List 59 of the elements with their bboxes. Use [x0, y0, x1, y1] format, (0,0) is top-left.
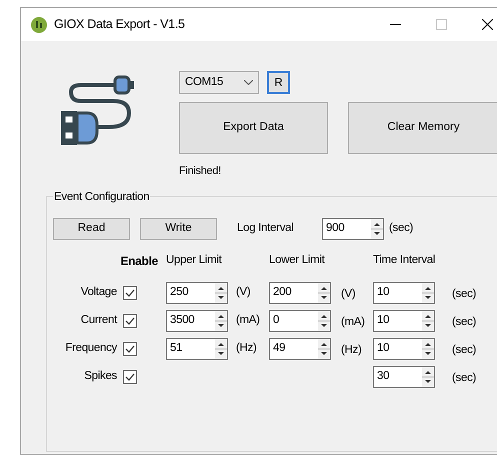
- spin-arrows-icon[interactable]: [422, 282, 434, 302]
- unit-label: (Hz): [341, 342, 363, 358]
- spin-field[interactable]: 10: [373, 338, 435, 360]
- chevron-icon: [244, 80, 253, 85]
- row-label: Spikes: [84, 368, 117, 384]
- spin-arrows-icon[interactable]: [371, 218, 383, 238]
- row-label: Voltage: [80, 284, 117, 300]
- spin-field[interactable]: 200: [269, 282, 331, 304]
- unit-label: (sec): [452, 314, 478, 330]
- status-text: Finished!: [179, 164, 221, 179]
- spin-field[interactable]: 10: [373, 282, 435, 304]
- unit-label: (mA): [341, 314, 366, 330]
- refresh-button[interactable]: R: [267, 71, 290, 94]
- export-data-button[interactable]: Export Data: [179, 102, 328, 154]
- minimize-icon: [390, 24, 400, 26]
- unit-label: (sec): [452, 370, 478, 386]
- spin-field[interactable]: 51: [166, 338, 228, 360]
- row-label: Current: [80, 312, 117, 328]
- unit-label: (sec): [389, 220, 414, 236]
- spin-field[interactable]: 30: [373, 366, 435, 388]
- enable-checkbox[interactable]: [123, 370, 137, 384]
- spin-arrows-icon[interactable]: [422, 310, 434, 330]
- row-label: Frequency: [65, 340, 117, 356]
- spin-arrows-icon[interactable]: [215, 310, 227, 330]
- spin-field[interactable]: 250: [166, 282, 228, 304]
- unit-label: (Hz): [236, 340, 258, 356]
- spin-field[interactable]: 900: [322, 218, 384, 240]
- app-icon: [31, 16, 47, 32]
- spin-arrows-icon[interactable]: [318, 338, 330, 358]
- unit-label: (sec): [452, 286, 478, 302]
- column-header: Enable: [120, 252, 158, 270]
- enable-checkbox[interactable]: [123, 286, 137, 300]
- spin-arrows-icon[interactable]: [215, 338, 227, 358]
- close-icon: [482, 19, 492, 30]
- read-button[interactable]: Read: [53, 218, 130, 240]
- spin-field[interactable]: 49: [269, 338, 331, 360]
- column-header: Upper Limit: [166, 252, 223, 268]
- unit-label: (V): [236, 284, 252, 300]
- unit-label: (mA): [236, 312, 261, 328]
- unit-label: (V): [341, 286, 356, 302]
- spin-arrows-icon[interactable]: [318, 310, 330, 330]
- enable-checkbox[interactable]: [123, 342, 137, 356]
- maximize-icon: [436, 19, 446, 30]
- spin-arrows-icon[interactable]: [215, 282, 227, 302]
- spin-field[interactable]: 3500: [166, 310, 228, 332]
- spin-arrows-icon[interactable]: [422, 366, 434, 386]
- column-header: Time Interval: [373, 252, 436, 268]
- spin-field[interactable]: 0: [269, 310, 331, 332]
- port-dropdown[interactable]: COM15: [179, 71, 259, 94]
- spin-field[interactable]: 10: [373, 310, 435, 332]
- write-button[interactable]: Write: [140, 218, 217, 240]
- column-header: Lower Limit: [269, 252, 326, 268]
- window-title: GIOX Data Export - V1.5: [54, 16, 185, 34]
- enable-checkbox[interactable]: [123, 314, 137, 328]
- clear-memory-button[interactable]: Clear Memory: [348, 102, 497, 154]
- spin-arrows-icon[interactable]: [318, 282, 330, 302]
- spin-arrows-icon[interactable]: [422, 338, 434, 358]
- log-interval-label: Log Interval: [237, 220, 294, 236]
- unit-label: (sec): [452, 342, 478, 358]
